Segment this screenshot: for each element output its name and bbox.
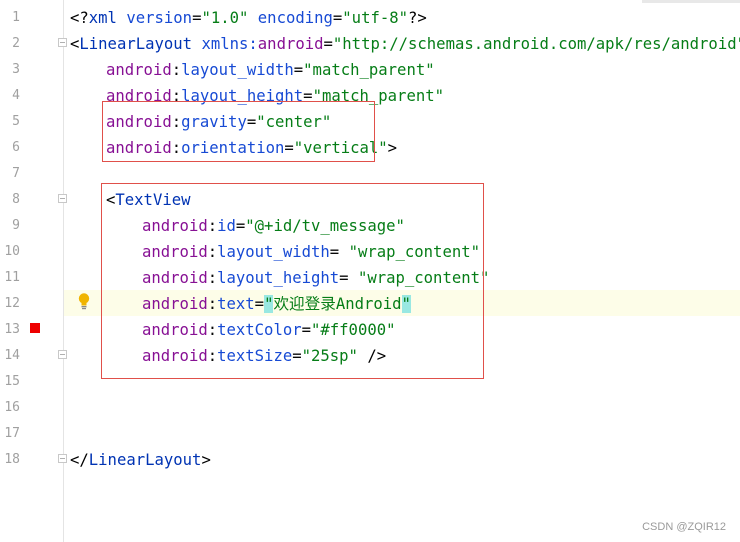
annotation-box-gravity-orientation — [102, 101, 375, 162]
code-line-18: </LinearLayout> — [70, 451, 211, 469]
code-editor[interactable]: 1 2 3 4 5 6 7 8 9 10 11 12 13 14 15 16 1… — [0, 0, 740, 542]
annotation-box-textview — [101, 183, 484, 379]
code-line-1: <?xml version="1.0" encoding="utf-8"?> — [70, 9, 427, 27]
line-number: 3 — [12, 62, 20, 77]
line-number: 8 — [12, 192, 20, 207]
watermark: CSDN @ZQIR12 — [642, 521, 726, 533]
line-number: 5 — [12, 114, 20, 129]
line-number: 12 — [4, 296, 20, 311]
line-number: 9 — [12, 218, 20, 233]
line-number: 4 — [12, 88, 20, 103]
line-number: 18 — [4, 452, 20, 467]
line-number: 7 — [12, 166, 20, 181]
line-number: 13 — [4, 322, 20, 337]
line-number: 6 — [12, 140, 20, 155]
line-number: 17 — [4, 426, 20, 441]
code-line-2: <LinearLayout xmlns:android="http://sche… — [70, 35, 740, 53]
line-number: 1 — [12, 10, 20, 25]
line-number: 10 — [4, 244, 20, 259]
editor-gutter[interactable]: 1 2 3 4 5 6 7 8 9 10 11 12 13 14 15 16 1… — [0, 0, 90, 542]
line-number: 2 — [12, 36, 20, 51]
line-number: 14 — [4, 348, 20, 363]
breakpoint-marker-icon[interactable] — [30, 323, 40, 333]
line-number: 16 — [4, 400, 20, 415]
code-line-3: android:layout_width="match_parent" — [106, 61, 435, 79]
line-number: 11 — [4, 270, 20, 285]
line-number: 15 — [4, 374, 20, 389]
